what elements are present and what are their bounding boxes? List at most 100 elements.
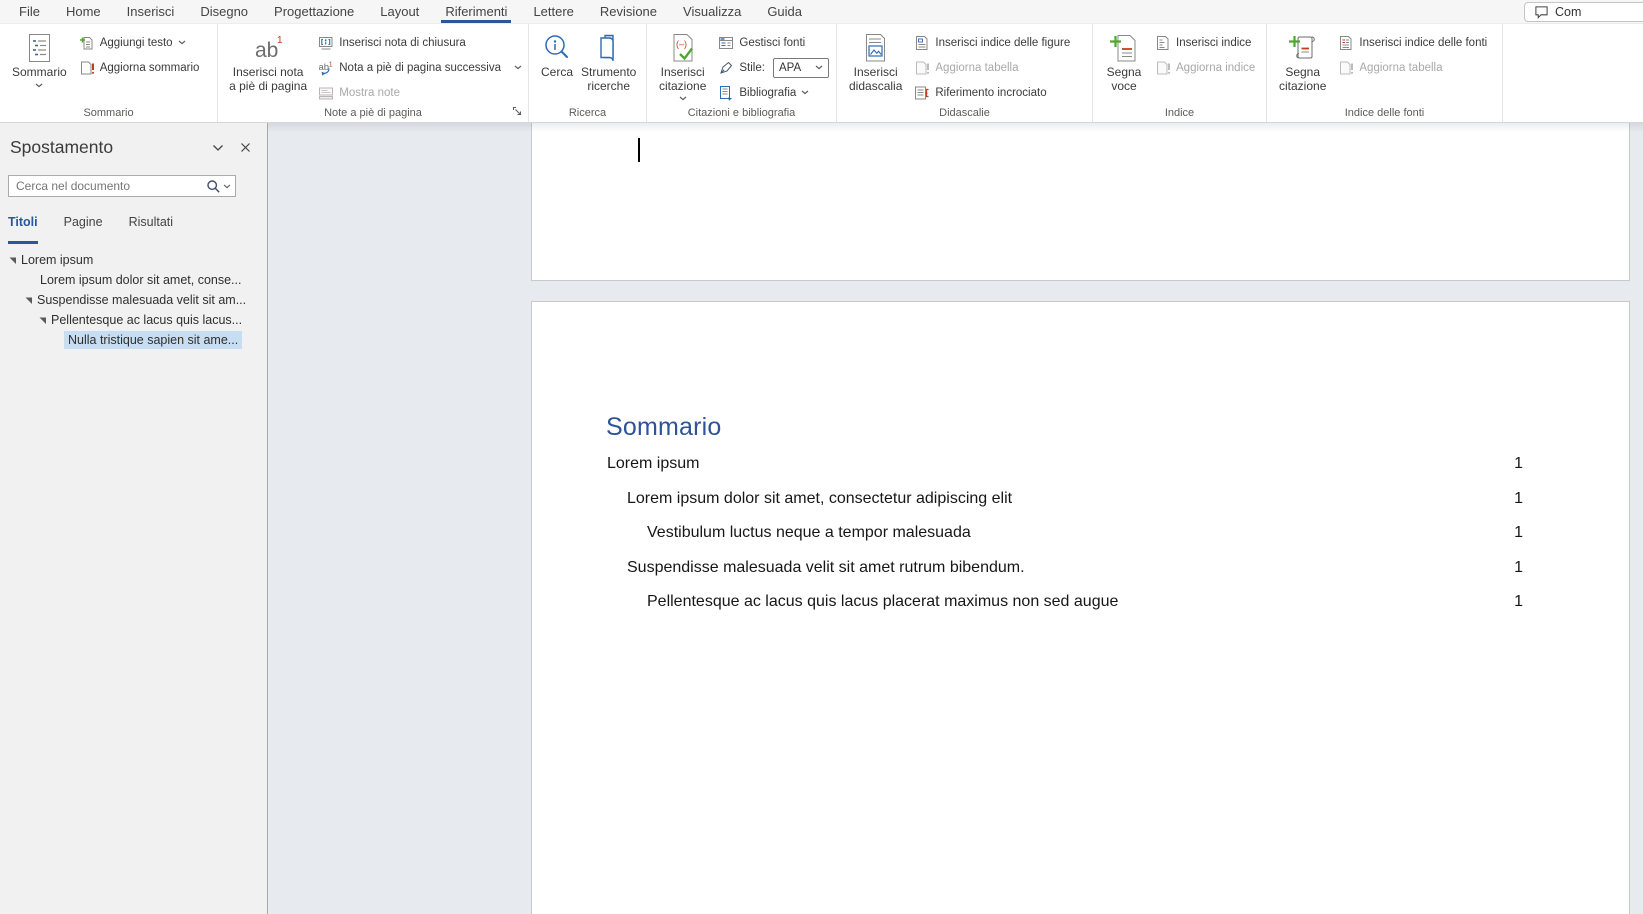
menu-tab-visualizza[interactable]: Visualizza [670, 0, 754, 23]
update-index-icon [1155, 60, 1171, 76]
mark-citation-button[interactable]: Segna citazione [1273, 24, 1332, 93]
menu-tab-progettazione[interactable]: Progettazione [261, 0, 367, 23]
insert-citation-button[interactable]: (–) Inserisci citazione [653, 24, 712, 101]
show-notes-label: Mostra note [339, 87, 400, 99]
menu-tab-inserisci[interactable]: Inserisci [114, 0, 188, 23]
tab-pagine[interactable]: Pagine [64, 215, 103, 244]
toc-entry-page-number: 1 [1514, 455, 1523, 472]
search-button[interactable]: Cerca [535, 24, 579, 80]
menu-tab-disegno[interactable]: Disegno [187, 0, 261, 23]
mark-entry-label-1: Segna [1107, 66, 1142, 80]
insert-footnote-button[interactable]: ab 1 Inserisci nota a piè di pagina [224, 24, 312, 93]
chevron-down-icon [514, 65, 522, 70]
researcher-label-1: Strumento [581, 66, 636, 80]
pane-options-chevron-icon[interactable] [212, 144, 224, 152]
insert-caption-label-2: didascalia [849, 80, 902, 94]
add-text-label: Aggiungi testo [100, 37, 173, 49]
search-magnifier-icon[interactable] [206, 179, 221, 194]
tab-risultati[interactable]: Risultati [129, 215, 173, 244]
tree-item-label: Pellentesque ac lacus quis lacus... [51, 313, 242, 327]
toc-entry[interactable]: Pellentesque ac lacus quis lacus placera… [607, 593, 1523, 610]
tree-item-label: Suspendisse malesuada velit sit am... [37, 293, 246, 307]
researcher-button[interactable]: Strumento ricerche [579, 24, 638, 93]
menu-tab-lettere[interactable]: Lettere [520, 0, 586, 23]
insert-endnote-button[interactable]: Inserisci nota di chiusura [314, 30, 526, 55]
update-toc-button[interactable]: Aggiorna sommario [75, 55, 204, 80]
mark-entry-icon [1108, 32, 1140, 66]
tree-item-label: Lorem ipsum dolor sit amet, conse... [40, 273, 241, 287]
update-toa-button[interactable]: Aggiorna tabella [1334, 55, 1491, 80]
bibliography-button[interactable]: Bibliografia [714, 80, 833, 105]
citation-style-select[interactable]: APA [773, 58, 829, 78]
expand-triangle-icon[interactable] [8, 256, 17, 265]
cross-reference-button[interactable]: Riferimento incrociato [910, 80, 1074, 105]
style-icon [718, 60, 734, 76]
document-page-2[interactable]: Sommario Lorem ipsum 1 Lorem ipsum dolor… [531, 301, 1630, 914]
toc-entry-text: Lorem ipsum dolor sit amet, consectetur … [607, 490, 1012, 507]
insert-citation-label-2: citazione [659, 80, 706, 94]
mark-citation-icon [1287, 32, 1319, 66]
update-index-button[interactable]: Aggiorna indice [1151, 55, 1259, 80]
footnote-icon: ab 1 [252, 32, 284, 66]
next-footnote-button[interactable]: ab 1 Nota a piè di pagina successiva [314, 55, 526, 80]
toc-entry[interactable]: Vestibulum luctus neque a tempor malesua… [607, 524, 1523, 541]
toc-entry[interactable]: Lorem ipsum dolor sit amet, consectetur … [607, 490, 1523, 507]
bibliography-icon [718, 85, 734, 101]
insert-table-of-authorities-button[interactable]: Inserisci indice delle fonti [1334, 30, 1491, 55]
group-label-note: Note a piè di pagina [218, 107, 528, 119]
endnote-icon [318, 35, 334, 51]
researcher-label-2: ricerche [587, 80, 630, 94]
ribbon-group-indice: Segna voce Inserisci indice [1093, 24, 1267, 122]
toc-entry[interactable]: Suspendisse malesuada velit sit amet rut… [607, 559, 1523, 576]
manage-sources-button[interactable]: Gestisci fonti [714, 30, 833, 55]
tree-item-suspendisse[interactable]: Suspendisse malesuada velit sit am... [0, 290, 267, 310]
toc-entry[interactable]: Lorem ipsum 1 [607, 455, 1523, 472]
tab-titoli[interactable]: Titoli [8, 215, 38, 244]
update-table-button[interactable]: Aggiorna tabella [910, 55, 1074, 80]
close-icon[interactable] [240, 142, 251, 153]
menu-tab-riferimenti[interactable]: Riferimenti [432, 0, 520, 23]
insert-index-icon [1155, 35, 1171, 51]
tree-item-nulla-tristique[interactable]: Nulla tristique sapien sit ame... [0, 330, 267, 350]
toc-icon [23, 32, 55, 66]
toc-entry-text: Pellentesque ac lacus quis lacus placera… [607, 593, 1118, 610]
insert-table-of-figures-button[interactable]: Inserisci indice delle figure [910, 30, 1074, 55]
toc-button[interactable]: Sommario [6, 24, 73, 88]
tree-item-lorem-ipsum[interactable]: Lorem ipsum [0, 250, 267, 270]
search-input[interactable] [9, 179, 206, 193]
expand-triangle-icon[interactable] [38, 316, 47, 325]
insert-citation-icon: (–) [667, 32, 699, 66]
insert-index-button[interactable]: Inserisci indice [1151, 30, 1259, 55]
mark-entry-button[interactable]: Segna voce [1099, 24, 1149, 93]
menu-tab-layout[interactable]: Layout [367, 0, 432, 23]
add-text-icon [79, 35, 95, 51]
group-label-sommario: Sommario [0, 107, 217, 119]
caption-icon [860, 32, 892, 66]
figures-index-icon [914, 35, 930, 51]
update-toa-icon [1338, 60, 1354, 76]
menu-tab-revisione[interactable]: Revisione [587, 0, 670, 23]
style-row: Stile: APA [714, 55, 833, 80]
tree-item-pellentesque[interactable]: Pellentesque ac lacus quis lacus... [0, 310, 267, 330]
insert-caption-button[interactable]: Inserisci didascalia [843, 24, 908, 93]
comments-button-label: Com [1555, 5, 1581, 19]
comment-icon [1534, 5, 1549, 19]
add-text-button[interactable]: Aggiungi testo [75, 30, 204, 55]
toc-heading[interactable]: Sommario [606, 413, 722, 442]
show-notes-button[interactable]: Mostra note [314, 80, 526, 105]
insert-footnote-label-1: Inserisci nota [233, 66, 304, 80]
insert-table-of-figures-label: Inserisci indice delle figure [935, 37, 1070, 49]
tree-item-lorem-dolor[interactable]: Lorem ipsum dolor sit amet, conse... [0, 270, 267, 290]
navigation-pane-title: Spostamento [10, 137, 212, 158]
mark-entry-label-2: voce [1111, 80, 1136, 94]
document-page-1[interactable] [531, 123, 1630, 281]
document-search-box [8, 175, 236, 197]
search-options-chevron-icon[interactable] [223, 184, 231, 189]
menu-tab-guida[interactable]: Guida [754, 0, 815, 23]
comments-button[interactable]: Com [1524, 2, 1643, 22]
expand-triangle-icon[interactable] [24, 296, 33, 305]
menu-tab-home[interactable]: Home [53, 0, 114, 23]
group-label-ricerca: Ricerca [529, 107, 646, 119]
next-footnote-label: Nota a piè di pagina successiva [339, 62, 501, 74]
menu-tab-file[interactable]: File [6, 0, 53, 23]
